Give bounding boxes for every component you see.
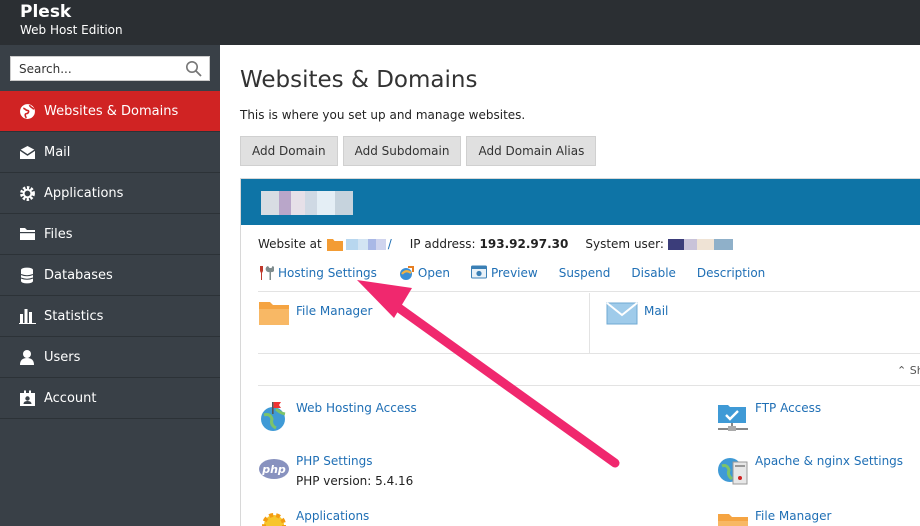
folder-icon: [259, 302, 289, 325]
sidebar-item-label: Statistics: [44, 308, 104, 324]
sidebar-item-label: Databases: [44, 267, 113, 283]
sidebar-item-label: Users: [44, 349, 81, 365]
tile-ftp-access[interactable]: FTP Access: [717, 401, 821, 433]
domain-info-line: Website at / IP address: 193.92.97.30 Sy…: [258, 237, 733, 251]
folder-icon: [18, 225, 36, 243]
system-user-redacted: [667, 238, 733, 250]
bar-chart-icon: [18, 307, 36, 325]
website-folder-icon: [326, 238, 343, 251]
user-icon: [18, 348, 36, 366]
domain-panel: Website at / IP address: 193.92.97.30 Sy…: [240, 178, 920, 526]
ip-address-value: 193.92.97.30: [479, 237, 569, 251]
sidebar-item-users[interactable]: Users: [0, 337, 220, 378]
apache-icon: [718, 458, 748, 485]
database-icon: [18, 266, 36, 284]
tile-php-settings[interactable]: php PHP Settings PHP version: 5.4.16: [258, 454, 413, 488]
domain-actions: Hosting Settings Open Preview Suspend Di…: [258, 265, 786, 281]
system-user-label: System user:: [585, 237, 664, 251]
tile-file-manager[interactable]: File Manager: [717, 509, 832, 526]
sidebar-item-files[interactable]: Files: [0, 214, 220, 255]
page-description: This is where you set up and manage webs…: [240, 108, 526, 122]
top-tile-mail[interactable]: Mail: [606, 297, 668, 329]
divider: [258, 353, 920, 354]
website-at-label: Website at: [258, 237, 322, 251]
add-domain-alias-button[interactable]: Add Domain Alias: [466, 136, 597, 166]
php-icon: php: [259, 459, 289, 479]
hosting-settings-link[interactable]: Hosting Settings: [258, 265, 377, 281]
disable-link[interactable]: Disable: [631, 266, 676, 280]
preview-icon: [470, 265, 487, 281]
search-box: [10, 56, 210, 81]
account-icon: [18, 389, 36, 407]
divider: [258, 291, 920, 292]
sidebar-item-label: Websites & Domains: [44, 103, 179, 119]
search-icon[interactable]: [185, 60, 203, 78]
brand-name: Plesk: [20, 2, 72, 22]
suspend-link[interactable]: Suspend: [559, 266, 611, 280]
sidebar-item-account[interactable]: Account: [0, 378, 220, 419]
gear-icon: [18, 184, 36, 202]
applications-icon: [262, 513, 286, 526]
ftp-icon: [718, 405, 748, 431]
sidebar-item-label: Files: [44, 226, 73, 242]
divider: [258, 385, 920, 386]
domain-header: [241, 179, 920, 225]
globe-flag-icon: [261, 402, 286, 431]
sidebar-nav: Websites & Domains Mail Applications Fil…: [0, 91, 220, 419]
sidebar-item-label: Account: [44, 390, 97, 406]
add-domain-button[interactable]: Add Domain: [240, 136, 338, 166]
ip-address-label: IP address:: [409, 237, 476, 251]
plesk-logo[interactable]: Plesk Web Host Edition: [20, 2, 123, 37]
sidebar-item-label: Mail: [44, 144, 71, 160]
add-subdomain-button[interactable]: Add Subdomain: [342, 136, 462, 166]
toolbar: Add Domain Add Subdomain Add Domain Alia…: [240, 136, 597, 166]
website-link[interactable]: /: [345, 237, 392, 251]
top-tile-file-manager[interactable]: File Manager: [258, 297, 373, 329]
edition-name: Web Host Edition: [20, 23, 123, 37]
top-bar: Plesk Web Host Edition: [0, 0, 920, 45]
envelope-icon: [606, 302, 638, 325]
mail-icon: [18, 143, 36, 161]
chevron-up-icon: ⌃: [897, 364, 907, 377]
main-content: Websites & Domains This is where you set…: [220, 45, 920, 526]
tile-web-hosting-access[interactable]: Web Hosting Access: [258, 401, 417, 433]
tools-icon: [258, 265, 274, 281]
open-icon: [398, 265, 414, 281]
sidebar-item-mail[interactable]: Mail: [0, 132, 220, 173]
folder-icon: [718, 514, 748, 526]
show-more-toggle[interactable]: ⌃ Sh: [897, 364, 920, 377]
svg-text:php: php: [261, 463, 286, 476]
php-version: PHP version: 5.4.16: [296, 474, 414, 488]
sidebar-item-statistics[interactable]: Statistics: [0, 296, 220, 337]
sidebar-item-databases[interactable]: Databases: [0, 255, 220, 296]
globe-icon: [18, 102, 36, 120]
domain-name-redacted: [261, 191, 353, 215]
sidebar-item-label: Applications: [44, 185, 124, 201]
tile-applications[interactable]: Applications: [258, 509, 369, 526]
search-input[interactable]: [11, 57, 176, 80]
description-link[interactable]: Description: [697, 266, 765, 280]
tile-apache-nginx-settings[interactable]: Apache & nginx Settings: [717, 454, 903, 486]
sidebar-item-websites-domains[interactable]: Websites & Domains: [0, 91, 220, 132]
vertical-divider: [589, 293, 590, 353]
preview-link[interactable]: Preview: [470, 265, 538, 281]
sidebar-item-applications[interactable]: Applications: [0, 173, 220, 214]
open-link[interactable]: Open: [398, 265, 450, 281]
page-title: Websites & Domains: [240, 67, 478, 93]
sidebar: Websites & Domains Mail Applications Fil…: [0, 45, 220, 526]
